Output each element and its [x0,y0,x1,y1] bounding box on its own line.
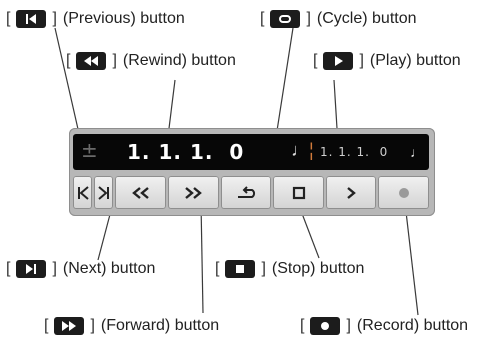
forward-button[interactable] [168,176,219,209]
previous-button[interactable] [73,176,93,209]
cycle-icon [270,10,301,28]
cycle-icon [237,185,256,198]
next-button[interactable] [94,176,114,209]
callout-next-label: (Next) button [62,260,156,277]
record-button[interactable] [378,176,430,209]
transport-buttons [73,176,430,209]
callout-rewind-label: (Rewind) button [122,52,236,69]
callout-record: [ ] (Record) button [300,316,468,336]
callout-forward-label: (Forward) button [100,317,220,334]
position-secondary-ticks: 0 [379,145,389,159]
forward-icon [54,317,85,335]
play-icon [323,52,354,70]
transport-panel: ± 1. 1. 1. 0 ♩ ¦ 1. 1. 1. 0 ♩ [69,128,435,216]
callout-next: [ ] (Next) button [6,259,155,279]
previous-icon [77,185,89,200]
position-secondary-bars: 1. 1. 1. [320,145,370,159]
callout-stop-label: (Stop) button [271,260,365,277]
callout-previous-label: (Previous) button [62,10,185,27]
play-button[interactable] [325,176,377,209]
cycle-button[interactable] [220,176,272,209]
bracket-open: [ [313,52,318,69]
rewind-icon [131,186,149,199]
callout-play-label: (Play) button [369,52,461,69]
callout-record-label: (Record) button [356,317,469,334]
position-main-bars: 1. 1. 1. [127,140,214,164]
rewind-button[interactable] [115,176,167,209]
note-icon: ♩ [291,140,309,160]
position-main: 1. 1. 1. 0 [127,140,244,164]
bracket-close: ] [112,52,117,69]
position-display: ± 1. 1. 1. 0 ♩ ¦ 1. 1. 1. 0 ♩ [73,134,429,170]
stop-icon [292,186,305,199]
stop-button[interactable] [273,176,324,209]
bracket-open: [ [215,260,220,277]
callout-previous: [ ] (Previous) button [6,9,185,29]
bracket-close: ] [261,260,266,277]
record-icon [398,187,409,198]
callout-stop: [ ] (Stop) button [215,259,364,279]
bracket-close: ] [90,317,95,334]
bracket-close: ] [52,260,57,277]
callout-cycle-label: (Cycle) button [316,10,417,27]
position-main-ticks: 0 [229,140,245,164]
callout-rewind: [ ] (Rewind) button [66,51,236,71]
previous-next-button-group [73,176,114,209]
note-small-icon: ♩ [410,144,424,160]
bracket-open: [ [300,317,305,334]
bracket-close: ] [346,317,351,334]
callout-play: [ ] (Play) button [313,51,461,71]
bracket-open: [ [66,52,71,69]
metronome-icon: ¦ [309,140,314,160]
position-secondary: 1. 1. 1. 0 [320,145,388,159]
next-icon [16,260,47,278]
previous-icon [16,10,47,28]
callout-forward: [ ] (Forward) button [44,316,219,336]
bracket-close: ] [306,10,311,27]
bracket-open: [ [260,10,265,27]
plus-minus-indicator: ± [81,138,98,162]
bracket-close: ] [52,10,57,27]
next-icon [98,185,109,200]
stop-icon [225,260,256,278]
bracket-close: ] [359,52,364,69]
forward-icon [185,186,203,199]
rewind-icon [76,52,107,70]
bracket-open: [ [6,10,11,27]
play-icon [347,186,357,199]
bracket-open: [ [6,260,11,277]
bracket-open: [ [44,317,49,334]
record-icon [310,317,341,335]
callout-cycle: [ ] (Cycle) button [260,9,417,29]
